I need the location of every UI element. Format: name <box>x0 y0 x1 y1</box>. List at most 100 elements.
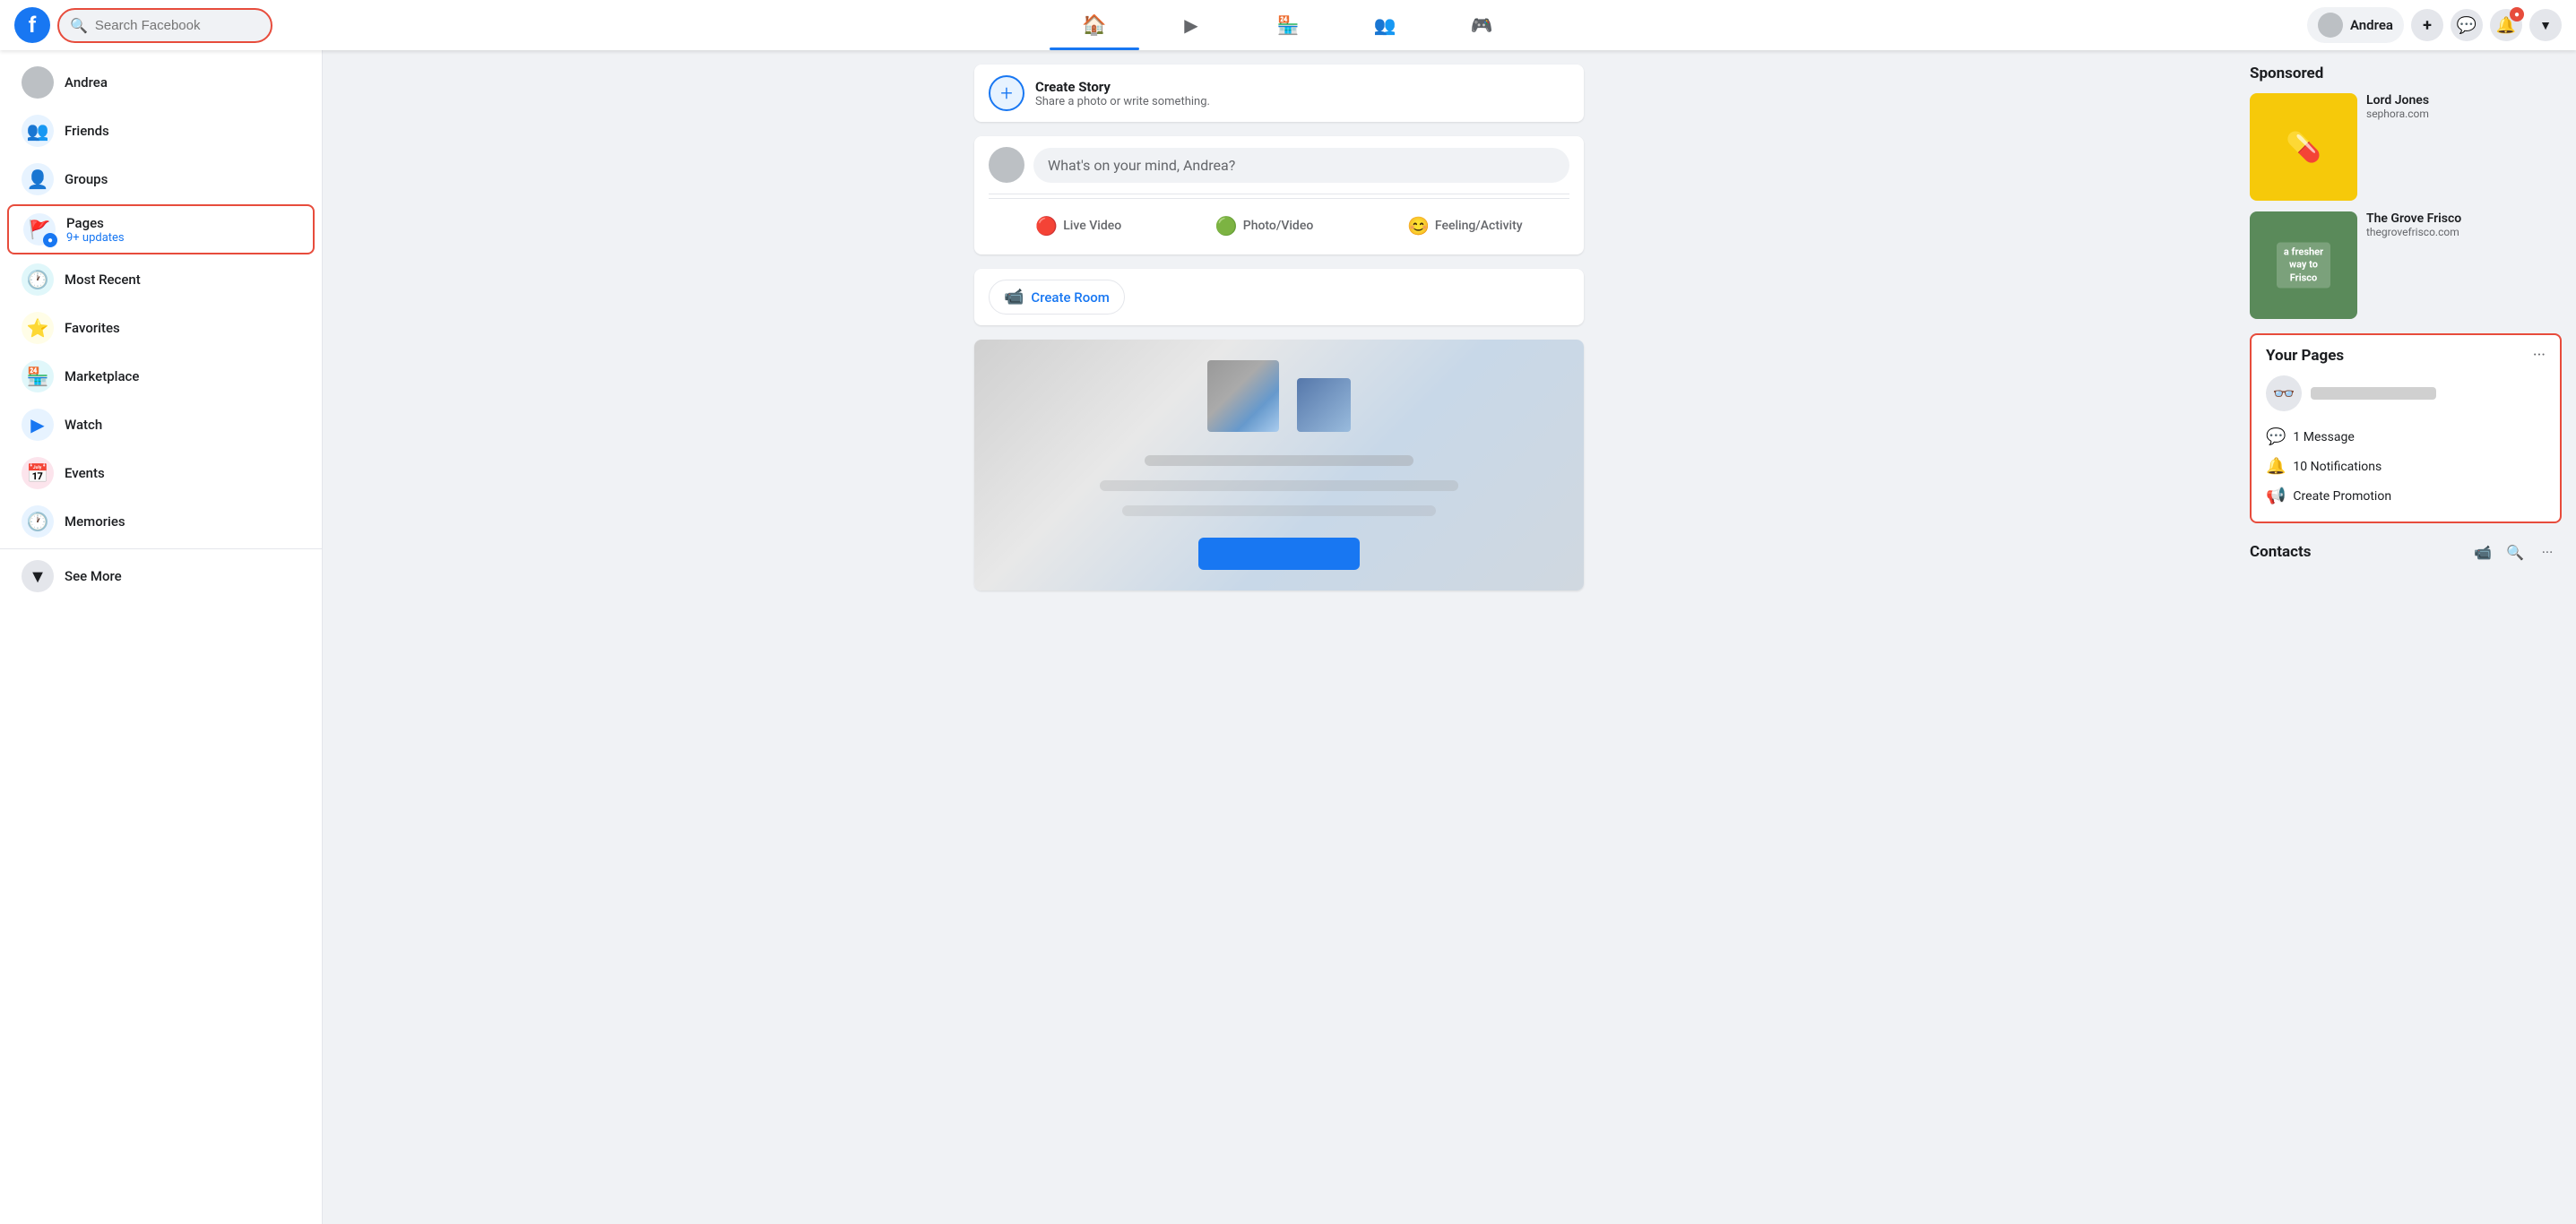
chevron-down-icon: ▼ <box>2539 18 2552 33</box>
create-promotion-label: Create Promotion <box>2293 489 2391 504</box>
photo-video-button[interactable]: 🟢 Photo/Video <box>1201 208 1327 244</box>
header-left: f 🔍 <box>14 7 319 43</box>
nav-home[interactable]: 🏠 <box>1050 4 1139 47</box>
blurred-text-1 <box>1145 455 1413 466</box>
lord-jones-thumbnail: 💊 <box>2250 93 2357 201</box>
nav-groups[interactable]: 👥 <box>1340 4 1430 47</box>
your-pages-header: Your Pages ··· <box>2266 346 2546 365</box>
home-icon: 🏠 <box>1082 14 1106 37</box>
add-button[interactable]: + <box>2411 9 2443 41</box>
messages-stat[interactable]: 💬 1 Message <box>2266 422 2546 452</box>
search-contacts-button[interactable]: 🔍 <box>2501 538 2529 566</box>
search-contacts-icon: 🔍 <box>2506 544 2524 561</box>
post-avatar <box>989 147 1024 183</box>
notifications-button[interactable]: 🔔 ● <box>2490 9 2522 41</box>
your-pages-section: Your Pages ··· 👓 💬 1 Message 🔔 10 Notifi… <box>2250 333 2562 523</box>
events-icon: 📅 <box>22 457 54 489</box>
blurred-image-2 <box>1297 378 1351 432</box>
pages-icon-wrap: 🚩 ● <box>23 213 56 246</box>
nav-marketplace[interactable]: 🏪 <box>1243 4 1333 47</box>
watch-label: Watch <box>65 417 102 433</box>
pages-label: Pages <box>66 215 125 231</box>
feeling-icon: 😊 <box>1407 215 1430 237</box>
sidebar-item-memories[interactable]: 🕐 Memories <box>7 498 315 545</box>
account-menu-button[interactable]: ▼ <box>2529 9 2562 41</box>
grove-frisco-title[interactable]: The Grove Frisco <box>2366 211 2562 226</box>
main-nav: 🏠 ▶ 🏪 👥 🎮 <box>319 4 2257 47</box>
notification-badge: ● <box>2510 7 2524 22</box>
grove-frisco-url: thegrovefrisco.com <box>2366 226 2562 238</box>
sidebar-item-favorites[interactable]: ⭐ Favorites <box>7 305 315 351</box>
ad-lord-jones: 💊 Lord Jones sephora.com <box>2250 93 2562 201</box>
create-story-text: Create Story Share a photo or write some… <box>1035 79 1210 108</box>
contacts-section: Contacts 📹 🔍 ··· <box>2250 538 2562 566</box>
most-recent-icon: 🕐 <box>22 263 54 296</box>
profile-avatar <box>22 66 54 99</box>
sidebar-divider <box>0 548 322 549</box>
marketplace-icon: 🏪 <box>1277 14 1300 36</box>
sidebar-item-watch[interactable]: ▶ Watch <box>7 401 315 448</box>
header-right: Andrea + 💬 🔔 ● ▼ <box>2257 7 2562 43</box>
create-story-card: + Create Story Share a photo or write so… <box>974 65 1584 122</box>
feed: + Create Story Share a photo or write so… <box>974 65 1584 1210</box>
your-pages-more-button[interactable]: ··· <box>2533 346 2546 365</box>
your-pages-title: Your Pages <box>2266 347 2344 365</box>
new-video-call-button[interactable]: 📹 <box>2468 538 2497 566</box>
sidebar-item-pages[interactable]: 🚩 ● Pages 9+ updates <box>7 204 315 254</box>
sidebar-item-most-recent[interactable]: 🕐 Most Recent <box>7 256 315 303</box>
blurred-content <box>974 340 1584 590</box>
marketplace-sidebar-icon: 🏪 <box>22 360 54 392</box>
feeling-button[interactable]: 😊 Feeling/Activity <box>1393 208 1537 244</box>
messenger-button[interactable]: 💬 <box>2451 9 2483 41</box>
message-icon: 💬 <box>2266 427 2286 446</box>
sidebar-item-profile[interactable]: Andrea <box>7 59 315 106</box>
post-actions: 🔴 Live Video 🟢 Photo/Video 😊 Feeling/Act… <box>989 198 1569 244</box>
post-box: What's on your mind, Andrea? <box>989 147 1569 183</box>
left-sidebar: Andrea 👥 Friends 👤 Groups 🚩 ● Pages 9+ u… <box>0 50 323 1224</box>
sidebar-item-see-more[interactable]: ▼ See More <box>7 553 315 599</box>
friends-icon: 👥 <box>22 115 54 147</box>
create-story-icon: + <box>989 75 1024 111</box>
sidebar-item-events[interactable]: 📅 Events <box>7 450 315 496</box>
notifications-stat[interactable]: 🔔 10 Notifications <box>2266 452 2546 481</box>
search-icon: 🔍 <box>70 17 88 34</box>
post-input[interactable]: What's on your mind, Andrea? <box>1033 148 1569 183</box>
sidebar-item-friends[interactable]: 👥 Friends <box>7 108 315 154</box>
gaming-icon: 🎮 <box>1471 14 1493 36</box>
messenger-icon: 💬 <box>2457 16 2477 35</box>
nav-watch[interactable]: ▶ <box>1146 4 1236 47</box>
plus-icon: + <box>2423 16 2432 35</box>
contacts-more-button[interactable]: ··· <box>2533 538 2562 566</box>
search-box[interactable]: 🔍 <box>57 8 272 43</box>
pages-badge: ● <box>43 233 57 247</box>
create-room-label: Create Room <box>1031 289 1109 306</box>
sidebar-item-marketplace[interactable]: 🏪 Marketplace <box>7 353 315 400</box>
contacts-header: Contacts 📹 🔍 ··· <box>2250 538 2562 566</box>
promotion-icon: 📢 <box>2266 487 2286 505</box>
ad-grove-frisco: a fresher way to Frisco The Grove Frisco… <box>2250 211 2562 319</box>
live-video-icon: 🔴 <box>1035 215 1058 237</box>
live-video-button[interactable]: 🔴 Live Video <box>1021 208 1136 244</box>
user-name: Andrea <box>2350 17 2393 33</box>
blurred-image-1 <box>1207 360 1279 432</box>
see-more-icon: ▼ <box>22 560 54 592</box>
watch-sidebar-icon: ▶ <box>22 409 54 441</box>
user-menu-button[interactable]: Andrea <box>2307 7 2404 43</box>
contacts-more-icon: ··· <box>2542 544 2554 561</box>
favorites-icon: ⭐ <box>22 312 54 344</box>
post-box-card: What's on your mind, Andrea? 🔴 Live Vide… <box>974 136 1584 254</box>
create-promotion-stat[interactable]: 📢 Create Promotion <box>2266 481 2546 511</box>
grove-frisco-thumbnail: a fresher way to Frisco <box>2250 211 2357 319</box>
photo-video-icon: 🟢 <box>1215 215 1238 237</box>
create-room-button[interactable]: 📹 Create Room <box>989 280 1125 315</box>
facebook-logo[interactable]: f <box>14 7 50 43</box>
search-input[interactable] <box>95 18 260 33</box>
grove-text-overlay: a fresher way to Frisco <box>2277 243 2330 289</box>
sidebar-item-groups[interactable]: 👤 Groups <box>7 156 315 203</box>
pages-updates: 9+ updates <box>66 231 125 245</box>
blurred-button <box>1198 538 1360 570</box>
nav-gaming[interactable]: 🎮 <box>1437 4 1526 47</box>
groups-label: Groups <box>65 171 108 187</box>
see-more-label: See More <box>65 568 122 584</box>
lord-jones-title[interactable]: Lord Jones <box>2366 93 2562 108</box>
